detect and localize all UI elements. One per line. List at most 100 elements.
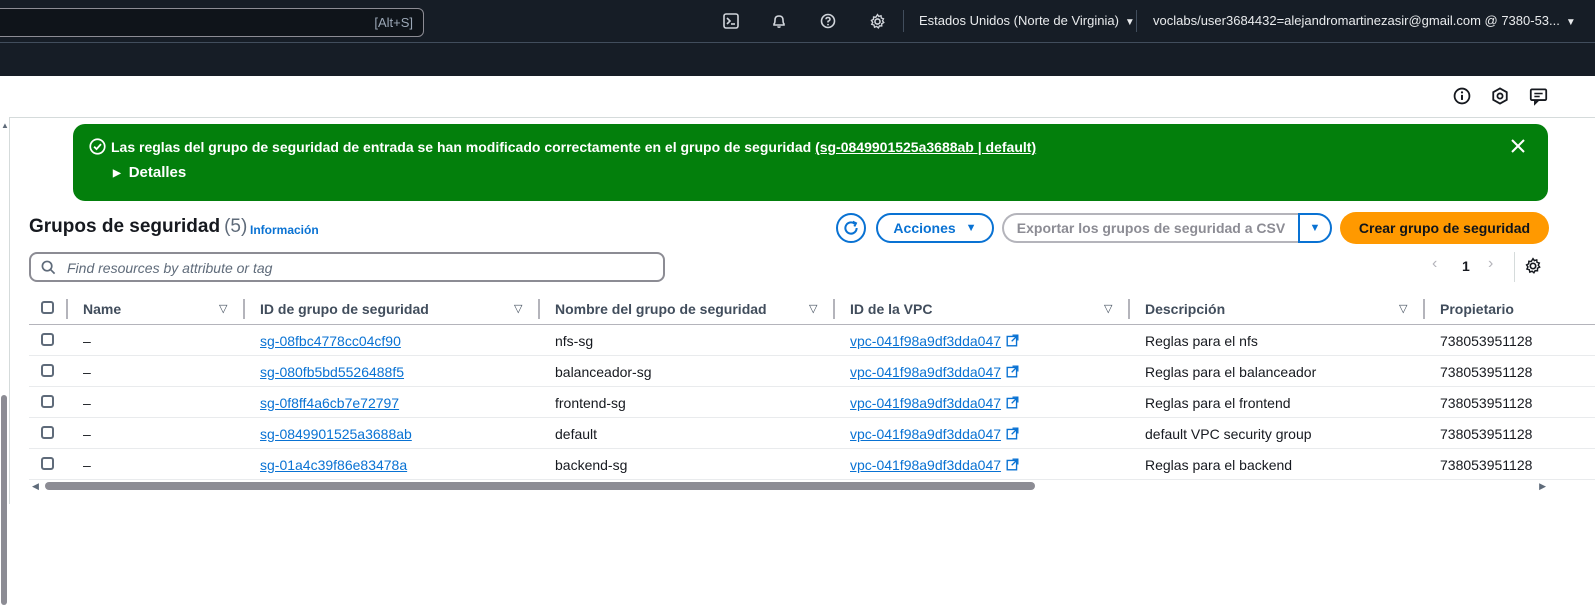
flash-message: Las reglas del grupo de seguridad de ent… <box>111 139 1036 155</box>
scroll-right-icon[interactable]: ▶ <box>1539 481 1546 492</box>
search-icon <box>41 260 56 275</box>
sort-icon[interactable]: ▽ <box>1104 302 1112 315</box>
cell-group-name: nfs-sg <box>555 333 594 349</box>
column-separator <box>66 299 68 319</box>
table-row[interactable]: – sg-080fb5bd5526488f5 balanceador-sg vp… <box>29 356 1595 387</box>
gear-icon[interactable] <box>868 12 886 30</box>
info-icon[interactable] <box>1452 86 1472 106</box>
current-page-number[interactable]: 1 <box>1462 258 1470 274</box>
vpc-id-link[interactable]: vpc-041f98a9df3dda047 <box>850 364 1001 380</box>
row-checkbox[interactable] <box>41 426 54 439</box>
cell-vpc-id[interactable]: vpc-041f98a9df3dda047 <box>850 364 1019 380</box>
horizontal-scroll-thumb[interactable] <box>45 482 1035 490</box>
horizontal-scrollbar[interactable]: ◀ ▶ <box>29 481 1549 491</box>
refresh-button[interactable] <box>836 213 866 243</box>
sort-icon[interactable]: ▽ <box>514 302 522 315</box>
filter-field[interactable] <box>29 252 665 282</box>
flash-security-group-link[interactable]: (sg-0849901525a3688ab | default) <box>815 139 1036 155</box>
column-separator[interactable] <box>1423 299 1425 319</box>
table-header-row: Name ▽ ID de grupo de seguridad ▽ Nombre… <box>29 294 1595 325</box>
info-link[interactable]: Información <box>250 223 319 237</box>
caret-down-icon: ▼ <box>965 222 977 234</box>
filter-input[interactable] <box>65 257 659 279</box>
actions-dropdown-button[interactable]: Acciones ▼ <box>876 213 994 243</box>
cell-group-id-link[interactable]: sg-08fbc4778cc04cf90 <box>260 333 401 349</box>
hexagon-icon[interactable] <box>1490 86 1510 106</box>
column-separator[interactable] <box>243 299 245 319</box>
row-checkbox[interactable] <box>41 457 54 470</box>
sort-icon[interactable]: ▽ <box>219 302 227 315</box>
account-menu[interactable]: voclabs/user3684432=alejandromartinezasi… <box>1153 13 1576 28</box>
bell-icon[interactable] <box>770 12 788 30</box>
success-check-icon <box>89 138 107 156</box>
sort-icon[interactable]: ▽ <box>809 302 817 315</box>
cell-description: Reglas para el nfs <box>1145 333 1258 349</box>
help-icon[interactable] <box>819 12 837 30</box>
cell-description: default VPC security group <box>1145 426 1312 442</box>
row-checkbox[interactable] <box>41 333 54 346</box>
region-label: Estados Unidos (Norte de Virginia) <box>919 13 1119 28</box>
cloudshell-icon[interactable] <box>722 12 740 30</box>
external-link-icon <box>1006 427 1019 440</box>
table-row[interactable]: – sg-08fbc4778cc04cf90 nfs-sg vpc-041f98… <box>29 325 1595 356</box>
column-header-group-id[interactable]: ID de grupo de seguridad <box>260 301 429 317</box>
vertical-scroll-thumb[interactable] <box>1 395 7 605</box>
sort-icon[interactable]: ▽ <box>1399 302 1407 315</box>
export-dropdown-button[interactable]: ▼ <box>1298 213 1332 243</box>
next-page-button[interactable]: › <box>1488 255 1493 273</box>
pagination-divider <box>1514 252 1515 282</box>
header-divider <box>1136 10 1137 32</box>
table-row[interactable]: – sg-0849901525a3688ab default vpc-041f9… <box>29 418 1595 449</box>
row-checkbox[interactable] <box>41 395 54 408</box>
column-header-group-name[interactable]: Nombre del grupo de seguridad <box>555 301 767 317</box>
cell-vpc-id[interactable]: vpc-041f98a9df3dda047 <box>850 426 1019 442</box>
cell-group-id-link[interactable]: sg-0849901525a3688ab <box>260 426 412 442</box>
external-link-icon <box>1006 365 1019 378</box>
cell-name: – <box>83 426 91 442</box>
cell-vpc-id[interactable]: vpc-041f98a9df3dda047 <box>850 457 1019 473</box>
close-icon[interactable] <box>1510 138 1528 156</box>
export-csv-button[interactable]: Exportar los grupos de seguridad a CSV <box>1002 213 1298 243</box>
external-link-icon <box>1006 396 1019 409</box>
column-separator[interactable] <box>1128 299 1130 319</box>
column-separator[interactable] <box>538 299 540 319</box>
cell-vpc-id[interactable]: vpc-041f98a9df3dda047 <box>850 395 1019 411</box>
cell-group-id-link[interactable]: sg-01a4c39f86e83478a <box>260 457 407 473</box>
table-row[interactable]: – sg-01a4c39f86e83478a backend-sg vpc-04… <box>29 449 1595 480</box>
previous-page-button[interactable]: ‹ <box>1432 255 1437 273</box>
global-search-input[interactable]: [Alt+S] <box>0 8 424 37</box>
column-header-description[interactable]: Descripción <box>1145 301 1225 317</box>
cell-description: Reglas para el frontend <box>1145 395 1291 411</box>
cell-vpc-id[interactable]: vpc-041f98a9df3dda047 <box>850 333 1019 349</box>
search-shortcut-hint: [Alt+S] <box>374 15 413 30</box>
cell-group-id-link[interactable]: sg-0f8ff4a6cb7e72797 <box>260 395 399 411</box>
create-security-group-button[interactable]: Crear grupo de seguridad <box>1340 212 1549 244</box>
item-count: (5) <box>224 216 248 237</box>
security-groups-table: Name ▽ ID de grupo de seguridad ▽ Nombre… <box>29 294 1595 480</box>
cell-group-name: balanceador-sg <box>555 364 652 380</box>
table-preferences-gear-icon[interactable] <box>1524 257 1544 277</box>
cell-owner: 738053951128 <box>1440 457 1533 473</box>
select-all-checkbox[interactable] <box>41 301 54 314</box>
vpc-id-link[interactable]: vpc-041f98a9df3dda047 <box>850 426 1001 442</box>
vpc-id-link[interactable]: vpc-041f98a9df3dda047 <box>850 395 1001 411</box>
flash-details-toggle[interactable]: ▶ Detalles <box>113 164 186 181</box>
region-selector[interactable]: Estados Unidos (Norte de Virginia) ▼ <box>919 13 1135 28</box>
column-header-name[interactable]: Name <box>83 301 121 317</box>
cell-group-id-link[interactable]: sg-080fb5bd5526488f5 <box>260 364 404 380</box>
utility-bar <box>0 76 1595 118</box>
row-checkbox[interactable] <box>41 364 54 377</box>
feedback-icon[interactable] <box>1528 86 1548 106</box>
column-header-owner[interactable]: Propietario <box>1440 301 1514 317</box>
cell-name: – <box>83 395 91 411</box>
scroll-up-icon[interactable]: ▲ <box>1 121 9 130</box>
vpc-id-link[interactable]: vpc-041f98a9df3dda047 <box>850 457 1001 473</box>
vertical-scrollbar[interactable]: ▲ <box>0 117 10 605</box>
scroll-left-icon[interactable]: ◀ <box>32 481 39 492</box>
vpc-id-link[interactable]: vpc-041f98a9df3dda047 <box>850 333 1001 349</box>
cell-name: – <box>83 364 91 380</box>
column-header-vpc-id[interactable]: ID de la VPC <box>850 301 932 317</box>
column-separator[interactable] <box>833 299 835 319</box>
header-divider <box>903 10 904 32</box>
table-row[interactable]: – sg-0f8ff4a6cb7e72797 frontend-sg vpc-0… <box>29 387 1595 418</box>
